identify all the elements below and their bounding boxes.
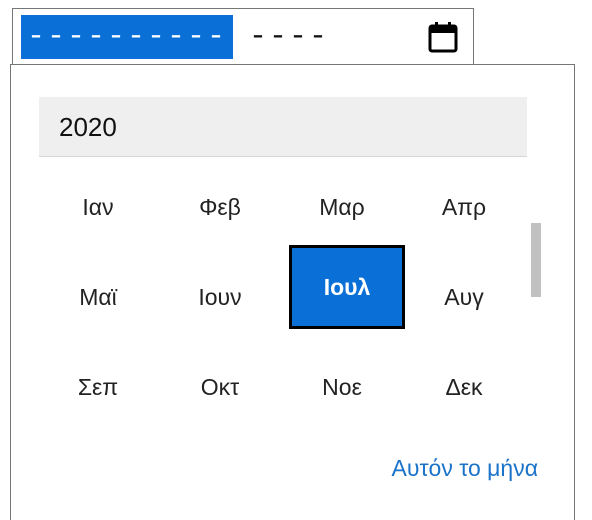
month-input[interactable]: ---------- ----: [12, 8, 474, 64]
month-grid: Ιαν Φεβ Μαρ Απρ Μαϊ Ιουν Ιουλ Αυγ Σεπ Οκ…: [39, 163, 527, 433]
month-picker-popup: 2020 Ιαν Φεβ Μαρ Απρ Μαϊ Ιουν Ιουλ Αυγ Σ…: [10, 64, 575, 520]
month-jul-selected[interactable]: Ιουλ: [289, 245, 405, 329]
month-dec[interactable]: Δεκ: [405, 343, 523, 431]
month-sep[interactable]: Σεπ: [39, 343, 157, 431]
year-header[interactable]: 2020: [39, 97, 527, 157]
scrollbar-thumb[interactable]: [531, 223, 541, 297]
year-segment[interactable]: ----: [249, 15, 329, 59]
month-jan[interactable]: Ιαν: [39, 163, 157, 251]
month-oct[interactable]: Οκτ: [161, 343, 279, 431]
year-label: 2020: [59, 112, 117, 142]
this-month-link[interactable]: Αυτόν το μήνα: [392, 455, 538, 482]
month-may[interactable]: Μαϊ: [39, 253, 157, 341]
month-feb[interactable]: Φεβ: [161, 163, 279, 251]
month-jun[interactable]: Ιουν: [161, 253, 279, 341]
month-apr[interactable]: Απρ: [405, 163, 523, 251]
calendar-button[interactable]: [423, 19, 463, 57]
month-nov[interactable]: Νοε: [283, 343, 401, 431]
month-mar[interactable]: Μαρ: [283, 163, 401, 251]
month-segment[interactable]: ----------: [21, 15, 233, 59]
month-aug[interactable]: Αυγ: [405, 253, 523, 341]
calendar-icon: [428, 22, 458, 53]
